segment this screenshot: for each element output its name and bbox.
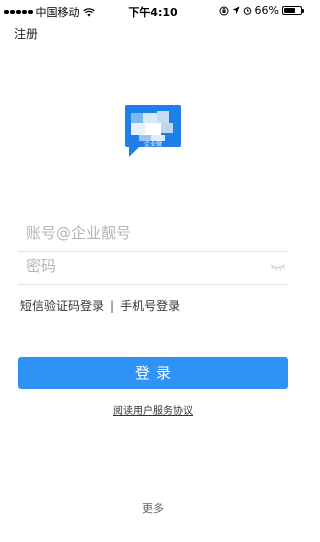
orientation-lock-icon [219,6,229,15]
phone-login-link[interactable]: 手机号登录 [120,297,180,314]
logo-caption: 企业微 [144,140,162,148]
hide-password-icon[interactable] [270,262,286,272]
password-input[interactable] [18,252,266,280]
battery-percent: 66% [254,4,279,17]
password-field-container [18,252,288,285]
battery-fill [284,8,295,13]
battery-icon [282,6,304,15]
location-icon [232,6,240,15]
separator: | [110,298,115,313]
account-input[interactable] [18,219,266,247]
more-link[interactable]: 更多 [0,500,306,516]
alarm-icon [243,7,251,15]
account-field-container [18,219,288,252]
status-right: 66% [219,4,304,17]
sms-login-link[interactable]: 短信验证码登录 [20,297,104,314]
login-screen: 中国移动 下午4:10 66% 注册 企业微 账号@企业靓号 短信验证码登录 |… [0,0,306,542]
login-button[interactable]: 登录 [18,357,288,389]
user-agreement-link[interactable]: 阅读用户服务协议 [113,406,193,417]
status-bar: 中国移动 下午4:10 66% [0,0,306,20]
register-link[interactable]: 注册 [14,25,38,42]
app-logo-icon: 企业微 [125,105,181,157]
alt-login-options: 短信验证码登录 | 手机号登录 [20,297,180,314]
agreement-container: 阅读用户服务协议 [0,402,306,417]
